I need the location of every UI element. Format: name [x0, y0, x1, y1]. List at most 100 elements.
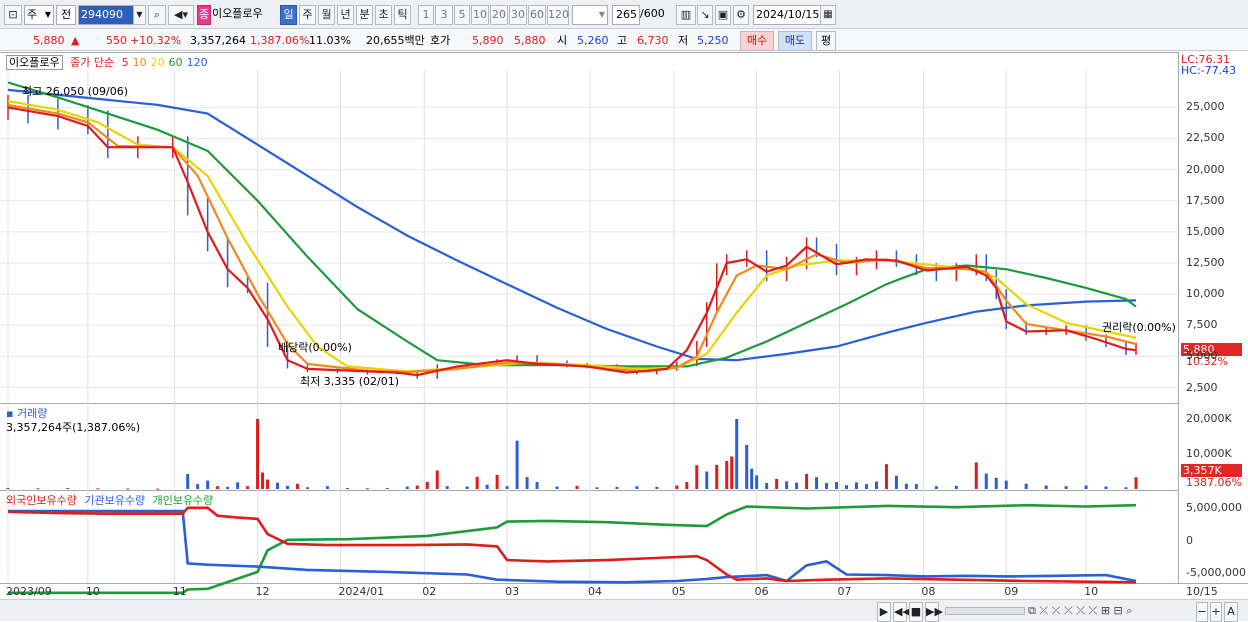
volume-bar-14: [261, 472, 265, 489]
volume-bar-43: [675, 485, 679, 489]
x-tick-14: 10/15: [1186, 585, 1218, 598]
volume-bar-36: [535, 482, 539, 489]
x-tick-8: 05: [671, 585, 686, 598]
volume-bar-16: [276, 482, 280, 489]
volume-bar-17: [286, 485, 290, 489]
price-tick-7: 20,000: [1186, 162, 1225, 176]
volume-bar-3: [96, 488, 100, 490]
scroll-right-icon[interactable]: ▶: [877, 602, 891, 622]
volume-bar-80: [1104, 486, 1108, 489]
volume-bar-78: [1064, 486, 1068, 489]
volume-bar-59: [815, 477, 819, 489]
volume-tick-0: 10,000K: [1186, 447, 1232, 460]
volume-bar-61: [835, 482, 839, 489]
volume-bar-7: [196, 484, 200, 489]
hc-value: HC:-77.43: [1181, 64, 1237, 77]
volume-bar-13: [256, 419, 260, 489]
volume-bar-31: [485, 484, 489, 489]
volume-bar-46: [705, 471, 709, 489]
volume-bar-49: [730, 456, 734, 489]
price-tick-6: 17,500: [1186, 193, 1225, 207]
volume-bar-20: [325, 486, 329, 489]
annotation-rights: 권리락(0.00%): [1102, 321, 1176, 334]
legend-individual: 개인보유수량: [152, 494, 214, 507]
volume-bar-67: [894, 475, 898, 489]
volume-bar-50: [735, 419, 739, 489]
volume-bar-5: [156, 488, 160, 490]
volume-bar-2: [66, 487, 70, 489]
x-tick-7: 04: [587, 585, 602, 598]
volume-bar-33: [505, 486, 509, 489]
volume-bar-58: [805, 473, 809, 489]
volume-bar-28: [445, 486, 449, 489]
volume-bar-6: [186, 473, 190, 489]
forward-icon[interactable]: ▶▶: [925, 602, 943, 622]
volume-value-text: 3,357,264주(1,387.06%): [6, 421, 141, 434]
volume-bar-12: [246, 486, 250, 489]
volume-bar-29: [465, 486, 469, 489]
volume-bar-71: [954, 485, 958, 489]
holdings-legend: 외국인보유수량 기관보유수량 개인보유수량: [6, 492, 213, 508]
volume-bar-0: [6, 487, 10, 489]
volume-bar-18: [295, 483, 299, 489]
volume-bar-70: [934, 486, 938, 489]
volume-bar-53: [755, 475, 759, 489]
annotation-dividend: 배당락(0.00%): [278, 341, 352, 354]
scroll-slider[interactable]: [945, 607, 1025, 615]
volume-bar-52: [750, 468, 754, 489]
volume-bar-55: [775, 478, 779, 489]
stop-icon[interactable]: ■: [909, 602, 923, 622]
volume-bar-22: [365, 488, 369, 490]
volume-bar-37: [555, 486, 559, 489]
legend-ma-5: 5: [121, 56, 129, 69]
volume-bar-39: [595, 487, 599, 489]
font-size-icon[interactable]: A: [1224, 602, 1238, 622]
volume-bar-51: [745, 444, 749, 489]
volume-bar-69: [914, 484, 918, 489]
holdings-line-0: [7, 506, 1137, 584]
x-tick-3: 12: [255, 585, 270, 598]
zoom-in-icon[interactable]: +: [1210, 602, 1222, 622]
zoom-tools-icon[interactable]: ⧉ ⤫ ⤫ ⤫ ⤫ ⤫ ⊞ ⊟ ⌕: [1028, 602, 1178, 622]
volume-bar-82: [1134, 477, 1138, 489]
volume-bar-40: [615, 486, 619, 489]
legend-stock-name: 이오플로우: [6, 55, 63, 70]
price-tick-1: 5,000: [1186, 349, 1218, 363]
volume-bar-1: [36, 488, 40, 490]
volume-bar-77: [1044, 485, 1048, 489]
legend-institution: 기관보유수량: [84, 494, 146, 507]
zoom-out-icon[interactable]: −: [1196, 602, 1208, 622]
rewind-icon[interactable]: ◀◀: [893, 602, 911, 622]
x-tick-1: 10: [85, 585, 100, 598]
x-tick-0: 2023/09: [6, 585, 52, 598]
volume-bar-30: [475, 476, 479, 489]
price-tick-3: 10,000: [1186, 287, 1225, 301]
volume-bar-32: [495, 475, 499, 489]
volume-bar-21: [345, 487, 349, 489]
chart-canvas: [0, 70, 1178, 595]
price-tick-8: 22,500: [1186, 131, 1225, 145]
volume-bar-10: [226, 486, 230, 489]
price-legend: 이오플로우 종가 단순 5 10 20 60 120: [6, 54, 208, 70]
legend-foreign: 외국인보유수량: [6, 494, 77, 507]
ma-line-5: [7, 106, 1137, 377]
volume-bar-35: [525, 477, 529, 489]
x-tick-12: 09: [1004, 585, 1019, 598]
volume-bar-42: [655, 486, 659, 489]
x-tick-6: 03: [505, 585, 520, 598]
volume-bar-9: [216, 486, 220, 489]
volume-bar-38: [575, 485, 579, 489]
volume-bar-75: [1004, 480, 1008, 489]
volume-bar-44: [685, 482, 689, 489]
volume-bar-68: [904, 483, 908, 489]
ma-line-60: [7, 81, 1137, 368]
x-tick-4: 2024/01: [338, 585, 385, 598]
legend-ma-20: 20: [150, 56, 165, 69]
ma-line-120: [7, 88, 1137, 362]
volume-tick-1: 20,000K: [1186, 412, 1232, 425]
x-tick-10: 07: [837, 585, 852, 598]
volume-bar-19: [305, 487, 309, 489]
volume-bar-4: [126, 488, 130, 490]
legend-ma-60: 60: [168, 56, 183, 69]
x-tick-5: 02: [422, 585, 437, 598]
